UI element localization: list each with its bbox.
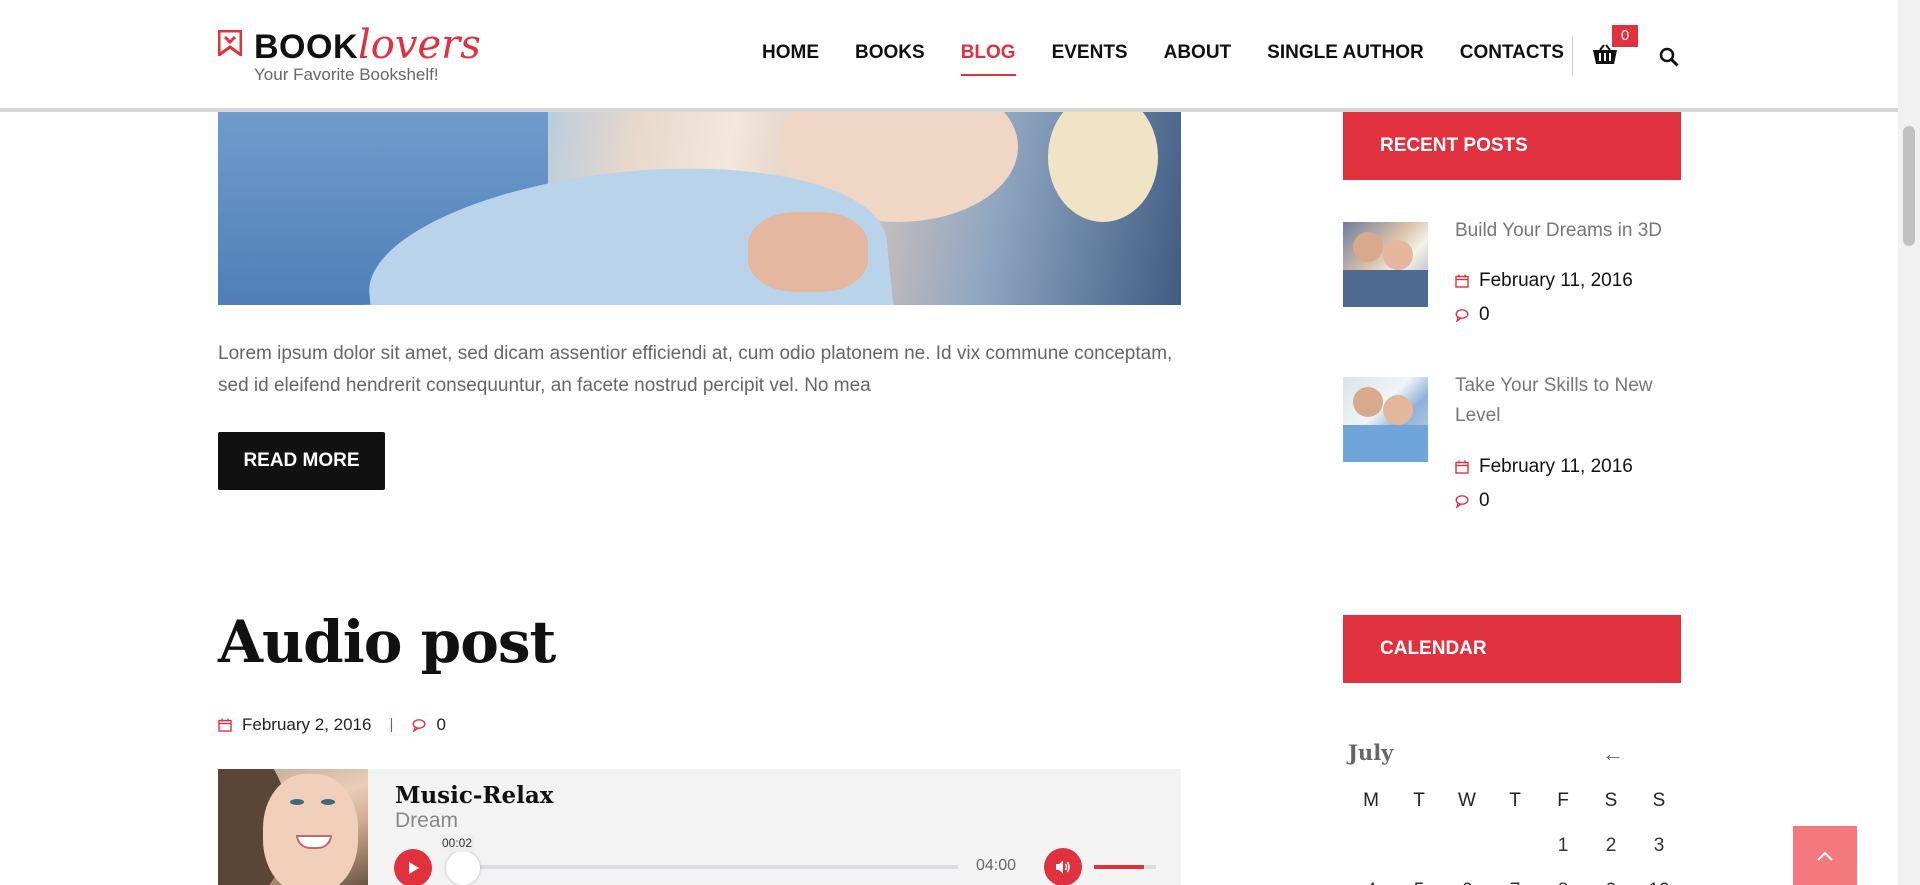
calendar-icon bbox=[1455, 460, 1469, 474]
calendar-grid: M T W T F S S 1 2 3 4 5 6 7 8 9 10 bbox=[1347, 790, 1683, 885]
nav-item-books[interactable]: BOOKS bbox=[855, 42, 925, 64]
site-header: BOOKlovers Your Favorite Bookshelf! HOME… bbox=[0, 0, 1898, 112]
post-featured-image[interactable] bbox=[218, 112, 1181, 305]
weekday-label: M bbox=[1363, 790, 1379, 811]
weekday-label: S bbox=[1604, 790, 1618, 811]
calendar-day: 4 bbox=[1347, 880, 1395, 885]
nav-divider bbox=[1572, 36, 1573, 76]
recent-post-date-text[interactable]: February 11, 2016 bbox=[1479, 456, 1633, 478]
track-cover-image bbox=[218, 769, 368, 885]
calendar-week-row: 4 5 6 7 8 9 10 bbox=[1347, 880, 1683, 885]
calendar-day: 8 bbox=[1539, 880, 1587, 885]
nav-item-blog[interactable]: BLOG bbox=[960, 42, 1016, 76]
nav-item-home[interactable]: HOME bbox=[762, 42, 819, 64]
comments-icon bbox=[1455, 495, 1469, 508]
calendar-heading: CALENDAR bbox=[1343, 615, 1681, 683]
post-excerpt: Lorem ipsum dolor sit amet, sed dicam as… bbox=[218, 343, 1173, 396]
post-meta: February 2, 2016 0 bbox=[218, 715, 446, 735]
calendar-day: 5 bbox=[1395, 880, 1443, 885]
comments-icon bbox=[412, 719, 426, 732]
weekday-label: F bbox=[1557, 790, 1569, 811]
scrollbar-thumb[interactable] bbox=[1903, 126, 1915, 246]
calendar-day: 10 bbox=[1635, 880, 1683, 885]
post-title[interactable]: Audio post bbox=[218, 608, 556, 676]
recent-post-date: February 11, 2016 bbox=[1455, 270, 1633, 292]
recent-post-title[interactable]: Take Your Skills to New Level bbox=[1455, 371, 1685, 431]
calendar-day bbox=[1491, 835, 1539, 880]
recent-post-comments-count[interactable]: 0 bbox=[1479, 304, 1490, 326]
logo-tagline: Your Favorite Bookshelf! bbox=[254, 65, 439, 84]
calendar-day: 1 bbox=[1557, 835, 1569, 856]
progress-bar[interactable] bbox=[448, 865, 958, 869]
audio-player: Music-Relax Dream 00:02 04:00 bbox=[218, 769, 1181, 885]
nav-item-about[interactable]: ABOUT bbox=[1164, 42, 1232, 64]
track-title: Music-Relax bbox=[395, 782, 554, 809]
scroll-to-top-button[interactable] bbox=[1793, 826, 1857, 885]
track-artist: Dream bbox=[395, 809, 459, 832]
nav-item-events[interactable]: EVENTS bbox=[1052, 42, 1128, 64]
play-icon bbox=[409, 862, 419, 874]
cart-count-badge: 0 bbox=[1612, 25, 1638, 47]
current-time-tooltip: 00:02 bbox=[440, 834, 474, 852]
bookmark-icon bbox=[218, 30, 242, 56]
calendar-day: 9 bbox=[1587, 880, 1635, 885]
calendar-week-row: 1 2 3 bbox=[1347, 835, 1683, 880]
weekday-label: T bbox=[1509, 790, 1521, 811]
volume-slider[interactable] bbox=[1094, 865, 1156, 869]
calendar-day bbox=[1395, 835, 1443, 880]
recent-posts-heading: RECENT POSTS bbox=[1343, 112, 1681, 180]
chevron-up-icon bbox=[1817, 852, 1833, 861]
cart-icon[interactable] bbox=[1592, 44, 1618, 68]
calendar-day: 6 bbox=[1443, 880, 1491, 885]
logo-wordmark: BOOKlovers bbox=[254, 22, 481, 68]
logo-lovers-text: lovers bbox=[358, 22, 481, 68]
calendar-day: 7 bbox=[1491, 880, 1539, 885]
recent-post-date: February 11, 2016 bbox=[1455, 456, 1633, 478]
play-button[interactable] bbox=[394, 849, 432, 885]
calendar-month: July bbox=[1348, 740, 1394, 765]
recent-post-thumbnail[interactable] bbox=[1343, 377, 1428, 462]
progress-handle[interactable] bbox=[446, 851, 480, 885]
calendar-prev-arrow-icon[interactable]: ← bbox=[1602, 741, 1624, 767]
volume-icon bbox=[1056, 860, 1070, 874]
recent-post-comments-count[interactable]: 0 bbox=[1479, 490, 1490, 512]
meta-separator bbox=[391, 718, 393, 732]
volume-fill bbox=[1094, 865, 1144, 869]
calendar-day bbox=[1347, 835, 1395, 880]
recent-post-date-text[interactable]: February 11, 2016 bbox=[1479, 270, 1633, 292]
nav-item-contacts[interactable]: CONTACTS bbox=[1460, 42, 1564, 64]
recent-post-comments: 0 bbox=[1455, 490, 1490, 512]
main-nav: HOME BOOKS BLOG EVENTS ABOUT SINGLE AUTH… bbox=[762, 42, 1600, 76]
calendar-icon bbox=[218, 718, 232, 732]
read-more-button[interactable]: READ MORE bbox=[218, 432, 385, 490]
calendar-day: 2 bbox=[1605, 835, 1617, 856]
weekday-label: S bbox=[1652, 790, 1666, 811]
comments-icon bbox=[1455, 309, 1469, 322]
post-date[interactable]: February 2, 2016 bbox=[242, 715, 371, 735]
search-icon[interactable] bbox=[1659, 47, 1679, 67]
recent-post-comments: 0 bbox=[1455, 304, 1490, 326]
weekday-label: T bbox=[1413, 790, 1425, 811]
logo-book-text: BOOK bbox=[254, 28, 358, 66]
calendar-day: 3 bbox=[1653, 835, 1665, 856]
recent-post-thumbnail[interactable] bbox=[1343, 222, 1428, 307]
weekday-label: W bbox=[1458, 790, 1476, 811]
mute-button[interactable] bbox=[1044, 848, 1082, 885]
calendar-day bbox=[1443, 835, 1491, 880]
calendar-weekday-row: M T W T F S S bbox=[1347, 790, 1683, 835]
nav-item-single-author[interactable]: SINGLE AUTHOR bbox=[1267, 42, 1424, 64]
post-comments-count[interactable]: 0 bbox=[436, 715, 445, 735]
total-time: 04:00 bbox=[976, 857, 1017, 874]
calendar-icon bbox=[1455, 274, 1469, 288]
recent-post-title[interactable]: Build Your Dreams in 3D bbox=[1455, 216, 1685, 246]
page-scrollbar[interactable] bbox=[1898, 0, 1920, 885]
